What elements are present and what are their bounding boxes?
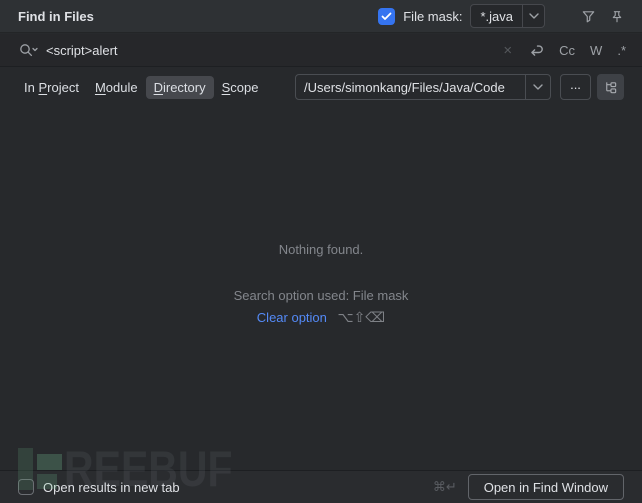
tab-module[interactable]: Module bbox=[87, 76, 146, 99]
search-input[interactable]: <script>alert bbox=[46, 43, 118, 58]
check-icon bbox=[381, 12, 392, 20]
scope-row: In Project Module Directory Scope /Users… bbox=[0, 68, 642, 106]
file-mask-dropdown[interactable]: *.java bbox=[470, 4, 545, 28]
clear-option-shortcut: ⌥⇧⌫ bbox=[337, 310, 386, 326]
browse-directory-button[interactable]: ... bbox=[560, 74, 591, 100]
search-option-note: Search option used: File mask bbox=[233, 288, 409, 303]
filter-icon[interactable] bbox=[581, 9, 596, 24]
regex-toggle[interactable]: .* bbox=[617, 43, 626, 58]
chevron-down-icon[interactable] bbox=[525, 75, 550, 99]
pin-icon[interactable] bbox=[610, 9, 624, 24]
directory-path-value: /Users/simonkang/Files/Java/Code bbox=[304, 79, 505, 95]
find-in-files-dialog: Find in Files File mask: *.java <script>… bbox=[0, 0, 642, 503]
clear-option-row: Clear option ⌥⇧⌫ bbox=[0, 310, 642, 326]
directory-structure-button[interactable] bbox=[597, 74, 624, 100]
file-mask-label: File mask: bbox=[403, 8, 463, 24]
clear-search-icon[interactable]: × bbox=[503, 43, 512, 58]
tree-structure-icon bbox=[606, 81, 617, 93]
directory-path-field[interactable]: /Users/simonkang/Files/Java/Code bbox=[295, 74, 551, 100]
chevron-down-icon[interactable] bbox=[522, 5, 544, 27]
search-controls: × Cc W .* bbox=[503, 43, 626, 58]
nothing-found-message: Nothing found. bbox=[278, 242, 364, 257]
dialog-title: Find in Files bbox=[18, 8, 94, 24]
open-in-find-window-button[interactable]: Open in Find Window bbox=[467, 474, 624, 500]
open-results-new-tab-label: Open results in new tab bbox=[43, 479, 180, 495]
tab-directory[interactable]: Directory bbox=[145, 75, 214, 99]
titlebar: Find in Files File mask: *.java bbox=[0, 0, 642, 33]
match-case-toggle[interactable]: Cc bbox=[559, 43, 575, 58]
open-find-window-shortcut: ⌘↵ bbox=[432, 479, 457, 495]
search-icon[interactable] bbox=[18, 42, 39, 58]
file-mask-checkbox[interactable] bbox=[378, 7, 396, 25]
footer-bar: Open results in new tab ⌘↵ Open in Find … bbox=[0, 470, 642, 503]
tab-scope[interactable]: Scope bbox=[214, 76, 267, 99]
words-toggle[interactable]: W bbox=[590, 43, 602, 58]
search-row: <script>alert × Cc W .* bbox=[0, 34, 642, 67]
tab-in-project[interactable]: In Project bbox=[16, 76, 87, 99]
newline-icon[interactable] bbox=[527, 43, 544, 57]
open-results-new-tab-checkbox[interactable] bbox=[18, 479, 34, 495]
file-mask-value: *.java bbox=[480, 8, 513, 24]
clear-option-link[interactable]: Clear option bbox=[257, 310, 327, 325]
